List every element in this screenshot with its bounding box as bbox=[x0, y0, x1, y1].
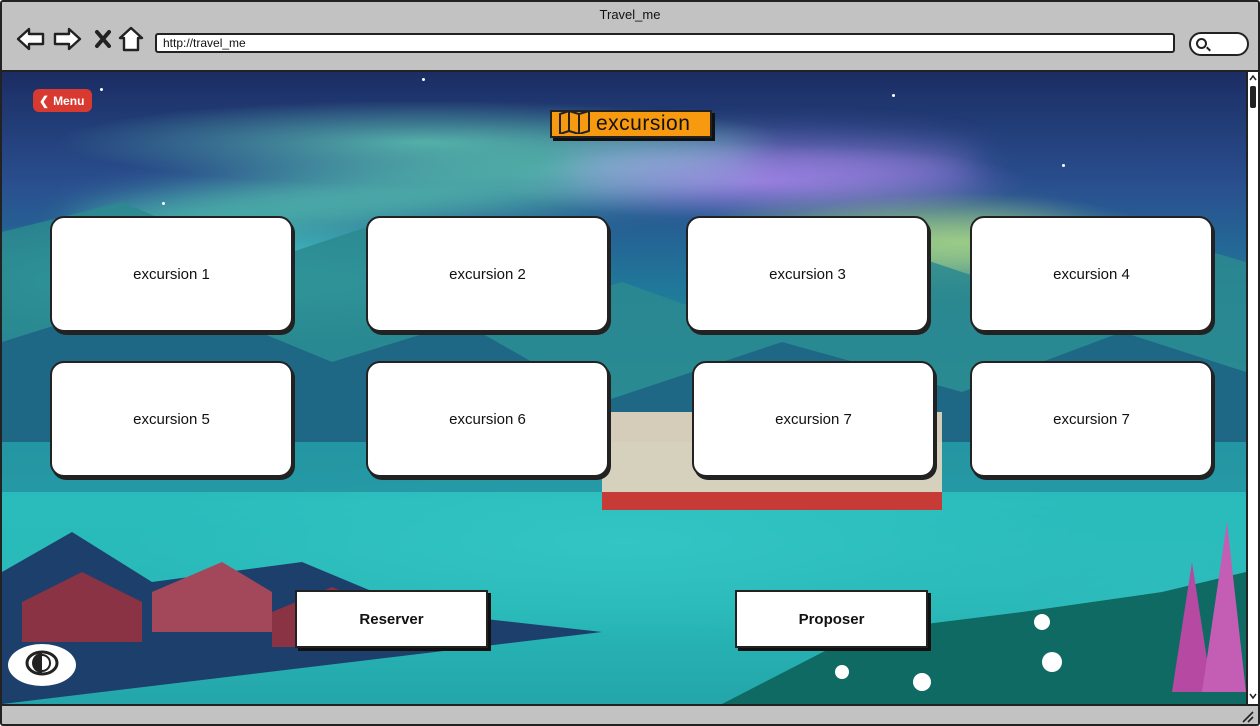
home-icon[interactable] bbox=[116, 24, 146, 54]
excursion-card[interactable]: excursion 3 bbox=[686, 216, 929, 332]
excursion-card-label: excursion 7 bbox=[1053, 410, 1130, 428]
page-title-text: excursion bbox=[596, 112, 691, 135]
browser-toolbar: Travel_me bbox=[2, 2, 1258, 72]
excursion-card-label: excursion 2 bbox=[449, 265, 526, 283]
search-icon bbox=[1196, 38, 1207, 49]
window-title: Travel_me bbox=[599, 7, 661, 22]
excursion-card[interactable]: excursion 1 bbox=[50, 216, 293, 332]
vertical-scrollbar[interactable] bbox=[1246, 72, 1258, 704]
excursion-card-label: excursion 1 bbox=[133, 265, 210, 283]
excursion-card[interactable]: excursion 7 bbox=[970, 361, 1213, 477]
excursion-card[interactable]: excursion 7 bbox=[692, 361, 935, 477]
excursion-card[interactable]: excursion 6 bbox=[366, 361, 609, 477]
excursion-card[interactable]: excursion 2 bbox=[366, 216, 609, 332]
arrow-left-icon[interactable] bbox=[16, 24, 46, 54]
page-title: excursion bbox=[550, 109, 712, 139]
excursion-card-label: excursion 5 bbox=[133, 410, 210, 428]
star bbox=[100, 88, 103, 91]
aurora-band bbox=[562, 142, 982, 192]
close-icon[interactable] bbox=[88, 24, 118, 54]
url-field[interactable] bbox=[155, 33, 1175, 53]
star bbox=[422, 78, 425, 81]
map-icon bbox=[558, 109, 592, 139]
status-bar bbox=[2, 704, 1258, 724]
star bbox=[1062, 164, 1065, 167]
star bbox=[892, 94, 895, 97]
chevron-left-icon: ❮ bbox=[39, 93, 50, 108]
reserve-button[interactable]: Reserver bbox=[295, 590, 488, 648]
scrollbar-thumb[interactable] bbox=[1250, 86, 1256, 108]
excursion-card-label: excursion 4 bbox=[1053, 265, 1130, 283]
scroll-up-icon[interactable] bbox=[1249, 74, 1257, 82]
contrast-toggle-icon bbox=[24, 650, 60, 681]
excursion-card-label: excursion 6 bbox=[449, 410, 526, 428]
excursion-card-label: excursion 7 bbox=[775, 410, 852, 428]
menu-button-label: Menu bbox=[53, 93, 85, 108]
arrow-right-icon[interactable] bbox=[52, 24, 82, 54]
scroll-down-icon[interactable] bbox=[1249, 692, 1257, 700]
search-button[interactable] bbox=[1189, 32, 1249, 56]
excursion-card[interactable]: excursion 4 bbox=[970, 216, 1213, 332]
menu-button[interactable]: ❮ Menu bbox=[33, 89, 93, 112]
browser-window: Travel_me http://travel_me ❮ Menu excurs… bbox=[0, 0, 1260, 726]
excursion-card-label: excursion 3 bbox=[769, 265, 846, 283]
resize-grip-icon[interactable] bbox=[1240, 709, 1254, 723]
excursion-card[interactable]: excursion 5 bbox=[50, 361, 293, 477]
propose-button[interactable]: Proposer bbox=[735, 590, 928, 648]
page-content: ❮ Menu excursion excursion 1 excursion 2… bbox=[2, 72, 1246, 704]
contrast-toggle-button[interactable] bbox=[8, 644, 76, 686]
